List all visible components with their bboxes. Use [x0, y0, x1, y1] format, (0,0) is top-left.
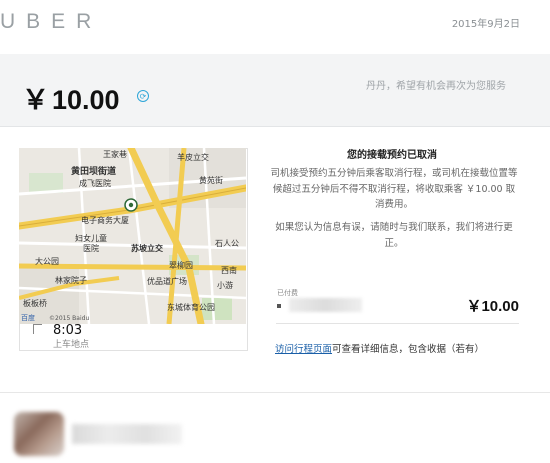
payment-amount: ￥10.00 [466, 298, 519, 315]
map-label: 百度 [21, 313, 35, 322]
cancellation-title: 您的接载预约已取消 [347, 150, 437, 161]
rider-greeting: 丹丹，希望有机会再次为您服务 [366, 81, 506, 92]
trip-page-link[interactable]: 访问行程页面 [275, 344, 332, 355]
pickup-marker-icon [33, 324, 42, 334]
section-divider [0, 392, 550, 393]
pickup-map[interactable]: 王家巷 羊皮立交 黄田坝街道 成飞医院 黄苑街 电子商务大厦 妇女儿童 医院 苏… [19, 148, 246, 324]
currency-symbol: ￥ [22, 85, 49, 115]
map-label: 成飞医院 [79, 178, 111, 188]
cancellation-contact: 如果您认为信息有误，请随时与我们联系，我们将进行更正。 [275, 222, 513, 249]
map-label: 板板桥 [23, 298, 47, 308]
map-label: 苏坡立交 [131, 243, 163, 253]
map-label: 大公园 [35, 256, 59, 266]
map-label: 电子商务大厦 [81, 215, 129, 225]
uber-logo: UBER [0, 10, 103, 33]
fare-amount: 10.00 [52, 85, 120, 115]
map-label: 东城体育公园 [167, 302, 215, 312]
map-label: 羊皮立交 [177, 152, 209, 162]
map-label: 黄苑街 [199, 175, 223, 185]
payment-divider [276, 323, 519, 324]
map-label: ©2015 Baidu [49, 315, 89, 322]
fare-total: ￥ 10.00 [22, 78, 120, 117]
trip-details-line: 访问行程页面可查看详细信息，包含收据（若有） [275, 341, 484, 355]
driver-avatar [14, 412, 64, 456]
map-label: 西南 [221, 265, 237, 275]
trip-details-text: 可查看详细信息，包含收据（若有） [332, 344, 485, 355]
map-label: 翠柳园 [169, 260, 193, 270]
map-label: 黄田坝街道 [71, 165, 116, 177]
map-label: 王家巷 [103, 149, 127, 159]
map-label: 石人公 [215, 239, 239, 248]
cancellation-body: 司机接受预约五分钟后乘客取消行程，或司机在接载位置等候超过五分钟后不得不取消行程… [270, 168, 518, 210]
map-label: 优品道广场 [147, 276, 187, 286]
map-label: 林家院子 [55, 275, 87, 285]
map-label: 妇女儿童 [75, 233, 107, 243]
payment-label: 已付费 [277, 289, 298, 297]
driver-name-redacted [72, 424, 182, 444]
pickup-label: 上车地点 [53, 340, 90, 350]
info-icon[interactable]: ⟳ [137, 90, 149, 102]
pickup-time: 8:03 [53, 323, 83, 338]
trip-date: 2015年9月2日 [451, 19, 520, 30]
card-icon [277, 304, 281, 308]
map-label: 小游 [217, 280, 233, 290]
map-label: 医院 [83, 243, 99, 253]
payment-method-redacted [289, 298, 362, 312]
